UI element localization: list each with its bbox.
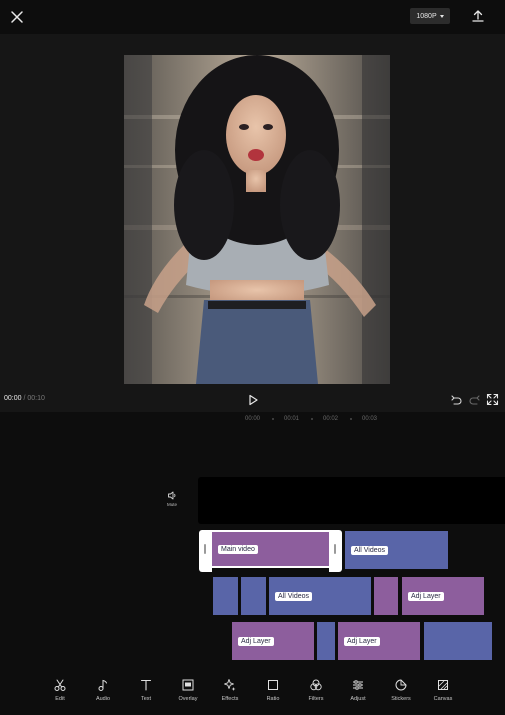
clip-label: Adj Layer: [408, 592, 444, 601]
timeline-clip[interactable]: [374, 577, 398, 615]
clip-label: Adj Layer: [344, 637, 380, 646]
video-editor-app: 1080P 00:00 / 00:10 00:00 00:01 00:02 00…: [0, 0, 505, 715]
ruler-mark: 00:03: [362, 416, 378, 422]
ruler-mark: 00:02: [323, 416, 339, 422]
close-icon: [11, 11, 23, 23]
canvas-icon: [438, 680, 448, 690]
tool-label: Overlay: [178, 696, 198, 702]
play-icon: [249, 394, 258, 406]
bottom-toolbar: Edit Audio Text Overlay Effects Ratio Fi…: [0, 672, 505, 715]
tool-overlay[interactable]: Overlay: [168, 678, 208, 702]
tool-label: Edit: [55, 696, 65, 702]
current-time: 00:00: [4, 395, 22, 402]
mute-label: Mute: [166, 502, 177, 507]
play-button[interactable]: [246, 393, 260, 407]
timeline-clip[interactable]: [424, 622, 492, 660]
tool-stickers[interactable]: Stickers: [381, 678, 421, 702]
clip-label: Adj Layer: [238, 637, 274, 646]
undo-button[interactable]: [450, 394, 462, 406]
ruler-dot: [350, 418, 352, 420]
tool-label: Filters: [308, 696, 324, 702]
timeline-clip-selected[interactable]: Main video: [199, 530, 342, 572]
clip-label: All Videos: [275, 592, 313, 601]
ruler-mark: 00:01: [284, 416, 300, 422]
redo-button[interactable]: [469, 394, 481, 406]
playback-bar: 00:00 / 00:10: [0, 388, 505, 412]
close-button[interactable]: [8, 8, 26, 26]
tool-label: Stickers: [391, 696, 411, 702]
tool-filters[interactable]: Filters: [296, 678, 336, 702]
undo-icon: [451, 395, 462, 405]
speaker-icon: [167, 491, 175, 500]
timeline-clip[interactable]: All Videos: [345, 531, 448, 569]
tool-label: Ratio: [266, 696, 280, 702]
resolution-label: 1080P: [416, 12, 437, 20]
mute-button[interactable]: Mute: [162, 490, 182, 514]
tool-canvas[interactable]: Canvas: [423, 678, 463, 702]
ruler-mark: 00:00: [245, 416, 261, 422]
timeline-clip[interactable]: [213, 577, 238, 615]
text-icon: [140, 679, 152, 691]
ruler-dot: [311, 418, 313, 420]
timeline-ruler: 00:00 00:01 00:02 00:03: [0, 412, 505, 428]
chevron-down-icon: [439, 14, 444, 18]
ruler-dot: [272, 418, 274, 420]
timeline-clip[interactable]: Adj Layer: [402, 577, 484, 615]
tool-label: Text: [140, 696, 152, 702]
video-preview[interactable]: [124, 55, 390, 384]
overlay-icon: [182, 679, 194, 691]
timeline-clip[interactable]: [317, 622, 335, 660]
tool-edit[interactable]: Edit: [40, 678, 80, 702]
redo-icon: [469, 395, 480, 405]
main-track[interactable]: [198, 477, 505, 524]
filters-icon: [310, 679, 322, 691]
resolution-dropdown[interactable]: 1080P: [410, 8, 450, 24]
sliders-icon: [353, 680, 363, 690]
sparkle-icon: [224, 679, 236, 691]
video-frame-image: [124, 55, 390, 384]
trim-handle-left[interactable]: [199, 530, 212, 572]
top-bar: 1080P: [0, 0, 505, 34]
timeline-clip[interactable]: [241, 577, 266, 615]
tool-label: Canvas: [433, 696, 453, 702]
tool-label: Adjust: [350, 696, 366, 702]
clip-label: All Videos: [351, 546, 389, 555]
fullscreen-button[interactable]: [486, 393, 499, 406]
tool-adjust[interactable]: Adjust: [338, 678, 378, 702]
timeline-clip[interactable]: Adj Layer: [232, 622, 314, 660]
time-display: 00:00 / 00:10: [4, 395, 45, 402]
trim-handle-right[interactable]: [329, 530, 342, 572]
tool-effects[interactable]: Effects: [210, 678, 250, 702]
clip-label: Main video: [218, 545, 258, 554]
fullscreen-icon: [486, 393, 499, 406]
time-separator: /: [23, 395, 26, 402]
tool-text[interactable]: Text: [126, 678, 166, 702]
tool-audio[interactable]: Audio: [83, 678, 123, 702]
music-note-icon: [98, 679, 107, 691]
tool-label: Effects: [221, 696, 239, 702]
total-time: 00:10: [27, 395, 45, 402]
timeline-clip[interactable]: Adj Layer: [338, 622, 420, 660]
scissors-icon: [54, 679, 66, 691]
export-button[interactable]: [470, 8, 486, 24]
tool-label: Audio: [95, 696, 111, 702]
sticker-icon: [395, 679, 407, 691]
upload-icon: [472, 10, 484, 22]
preview-stage: [0, 34, 505, 388]
ratio-icon: [268, 680, 278, 690]
timeline-clip[interactable]: All Videos: [269, 577, 371, 615]
tool-ratio[interactable]: Ratio: [253, 678, 293, 702]
